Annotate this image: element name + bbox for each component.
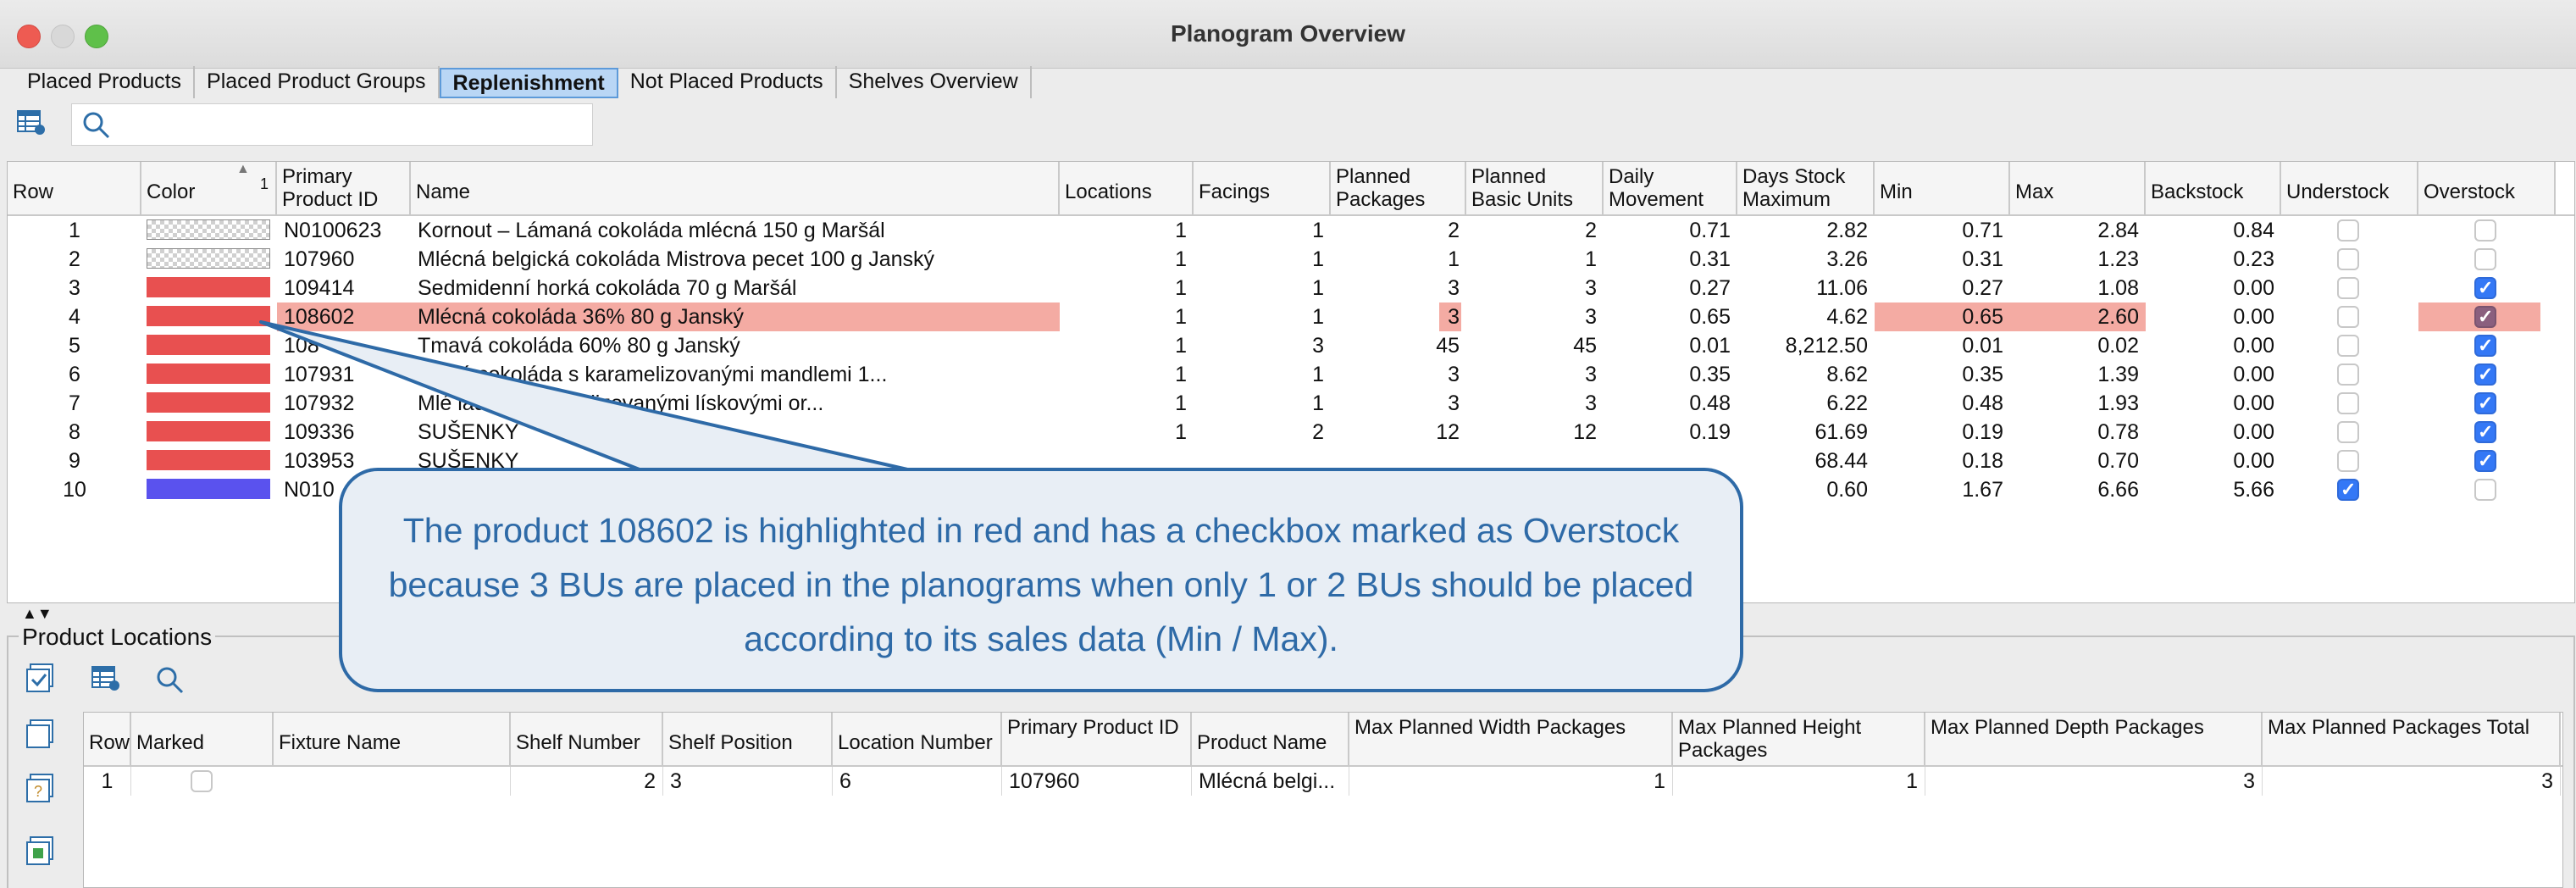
annotation-text: The product 108602 is highlighted in red…: [388, 511, 1694, 658]
annotation-callout: The product 108602 is highlighted in red…: [339, 468, 1743, 692]
callout-joint: [647, 471, 911, 478]
callout-pointer: [259, 320, 917, 473]
